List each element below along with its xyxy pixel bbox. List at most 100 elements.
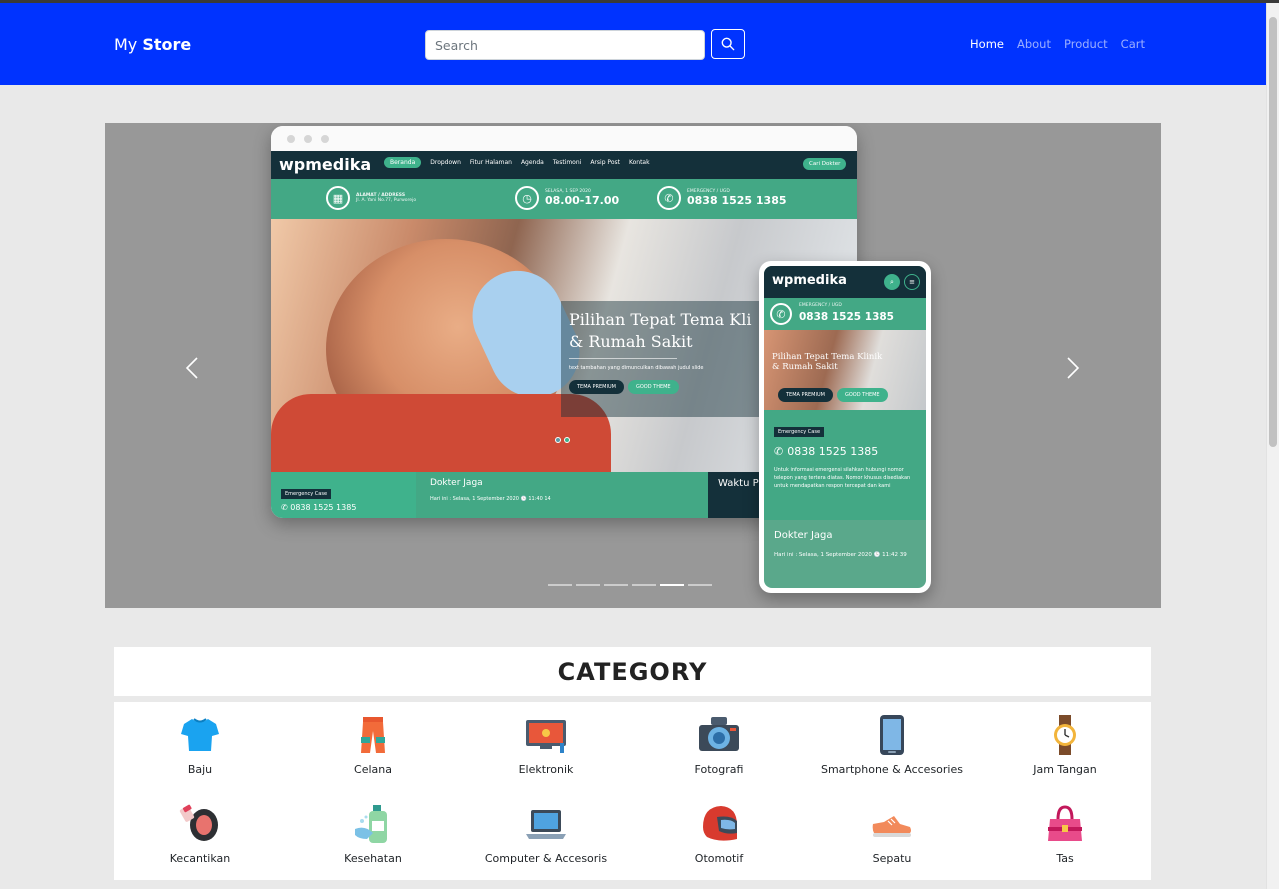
smartphone-icon — [870, 713, 914, 757]
brand-logo[interactable]: My Store — [114, 35, 191, 54]
mobile-hero: Pilihan Tepat Tema Klinik & Rumah Sakit … — [764, 330, 926, 410]
category-label: Sepatu — [872, 852, 912, 865]
carousel-indicator-active[interactable] — [660, 584, 684, 586]
category-label: Baju — [187, 763, 213, 776]
pants-icon — [351, 713, 395, 757]
handbag-icon — [1043, 802, 1087, 846]
category-label: Celana — [354, 763, 392, 776]
mock-info-bar: ▦ ALAMAT / ADDRESS Jl. A. Yani No.77, Pur… — [271, 179, 857, 219]
slide-mobile-mockup: wpmedika ⌕ ≡ ✆ EMERGENCY / UGD 0838 1525… — [759, 261, 931, 593]
mobile-emergency-tag: Emergency Case — [774, 427, 825, 437]
category-label: Computer & Accesoris — [484, 852, 608, 865]
mock-bottom-phone: ✆ 0838 1525 1385 — [281, 503, 357, 512]
category-item-jam-tangan[interactable]: Jam Tangan — [979, 713, 1151, 776]
category-item-smartphone[interactable]: Smartphone & Accesories — [806, 713, 978, 776]
mock-address: ▦ ALAMAT / ADDRESS Jl. A. Yani No.77, Pur… — [326, 186, 416, 210]
chevron-right-icon — [1067, 357, 1080, 379]
mock-menu-item: Dropdown — [430, 159, 461, 166]
mock-menu-item: Testimoni — [552, 159, 582, 166]
mock-menu-item: Arsip Post — [590, 159, 620, 166]
category-label: Kesehatan — [344, 852, 402, 865]
category-item-elektronik[interactable]: Elektronik — [460, 713, 632, 776]
mobile-doctor: Dokter Jaga Hari ini : Selasa, 1 Septemb… — [764, 520, 926, 570]
carousel-prev-button[interactable] — [172, 348, 212, 388]
mobile-hero-title-2: & Rumah Sakit — [772, 362, 838, 372]
mobile-card-phone-icon: ✆ — [774, 445, 784, 458]
mobile-menu-icon: ≡ — [904, 274, 920, 290]
mobile-hero-title-1: Pilihan Tepat Tema Klinik — [772, 352, 883, 362]
emergency-case-tag: Emergency Case — [281, 489, 332, 499]
doctor-title: Dokter Jaga — [430, 478, 483, 488]
emergency-phone: 0838 1525 1385 — [687, 194, 787, 207]
shirt-icon — [178, 713, 222, 757]
mock-menu-item: Agenda — [520, 159, 544, 166]
carousel-next-button[interactable] — [1053, 348, 1093, 388]
watch-icon — [1043, 713, 1087, 757]
mobile-card-phone: 0838 1525 1385 — [787, 445, 879, 458]
chevron-left-icon — [185, 357, 198, 379]
carousel-indicator[interactable] — [604, 584, 628, 586]
mobile-info-text: Untuk informasi emergensi silahkan hubun… — [774, 467, 911, 489]
mobile-emergency-phone: 0838 1525 1385 — [799, 311, 894, 323]
category-label: Smartphone & Accesories — [820, 763, 963, 776]
mobile-good-theme-button: GOOD THEME — [836, 388, 888, 402]
category-label: Jam Tangan — [1033, 763, 1097, 776]
bottom-phone-number: 0838 1525 1385 — [290, 503, 357, 512]
category-label: Kecantikan — [169, 852, 231, 865]
category-item-computer[interactable]: Computer & Accesoris — [460, 802, 632, 865]
mobile-search-icon: ⌕ — [884, 274, 900, 290]
mobile-nav: wpmedika ⌕ ≡ — [764, 266, 926, 298]
carousel-indicator[interactable] — [632, 584, 656, 586]
mobile-premium-button: TEMA PREMIUM — [778, 388, 833, 402]
mobile-phone-icon: ✆ — [770, 303, 792, 325]
scrollbar-thumb[interactable] — [1269, 17, 1277, 447]
category-item-kecantikan[interactable]: Kecantikan — [114, 802, 286, 865]
nav-link-about[interactable]: About — [1017, 37, 1051, 51]
hero-title-line1: Pilihan Tepat Tema Kli — [569, 310, 752, 329]
patient-shirt-photo — [271, 394, 611, 472]
mobile-logo: wpmedika — [772, 273, 847, 288]
mobile-doctor-today: Hari ini : Selasa, 1 September 2020 🕒 11… — [774, 552, 907, 558]
mock-hero-dots — [555, 437, 570, 443]
hours-value: 08.00-17.00 — [545, 194, 620, 207]
date-label: SELASA, 1 SEP 2020 — [545, 189, 591, 194]
category-item-fotografi[interactable]: Fotografi — [633, 713, 805, 776]
category-title: CATEGORY — [557, 657, 708, 686]
category-grid: Baju Celana Elektronik Fotografi Smartph… — [114, 702, 1151, 880]
building-icon: ▦ — [326, 186, 350, 210]
nav-link-cart[interactable]: Cart — [1121, 37, 1145, 51]
nav-link-product[interactable]: Product — [1064, 37, 1108, 51]
category-item-sepatu[interactable]: Sepatu — [806, 802, 978, 865]
sneaker-icon — [870, 802, 914, 846]
mobile-emergency: ✆ EMERGENCY / UGD 0838 1525 1385 — [764, 298, 926, 330]
carousel-indicator[interactable] — [688, 584, 712, 586]
hero-title-line2: & Rumah Sakit — [569, 332, 693, 351]
carousel-indicator[interactable] — [576, 584, 600, 586]
search-icon — [721, 37, 735, 51]
phone-icon: ✆ — [657, 186, 681, 210]
category-item-baju[interactable]: Baju — [114, 713, 286, 776]
category-label: Otomotif — [694, 852, 744, 865]
mock-site-nav: wpmedika Beranda Dropdown Fitur Halaman … — [271, 151, 857, 179]
carousel-indicator[interactable] — [548, 584, 572, 586]
search-input[interactable] — [425, 30, 705, 60]
nav-links: Home About Product Cart — [970, 37, 1145, 51]
address-value: Jl. A. Yani No.77, Purworejo — [356, 198, 417, 203]
category-header: CATEGORY — [114, 647, 1151, 696]
hero-subtitle: text tambahan yang dimunculkan dibawah j… — [569, 365, 704, 371]
mobile-doctor-title: Dokter Jaga — [774, 530, 833, 541]
brand-strong: Store — [142, 35, 192, 54]
emergency-label: EMERGENCY / UGD — [687, 189, 730, 194]
page-scrollbar[interactable] — [1266, 3, 1279, 889]
category-item-tas[interactable]: Tas — [979, 802, 1151, 865]
browser-window-dots — [271, 126, 857, 151]
makeup-icon — [178, 802, 222, 846]
category-item-otomotif[interactable]: Otomotif — [633, 802, 805, 865]
category-item-celana[interactable]: Celana — [287, 713, 459, 776]
mock-menu-item: Fitur Halaman — [469, 159, 512, 166]
search-button[interactable] — [711, 29, 745, 59]
mock-menu: Beranda Dropdown Fitur Halaman Agenda Te… — [384, 157, 650, 168]
category-item-kesehatan[interactable]: Kesehatan — [287, 802, 459, 865]
nav-link-home[interactable]: Home — [970, 37, 1004, 51]
mock-emergency: ✆ EMERGENCY / UGD 0838 1525 1385 — [657, 186, 787, 210]
